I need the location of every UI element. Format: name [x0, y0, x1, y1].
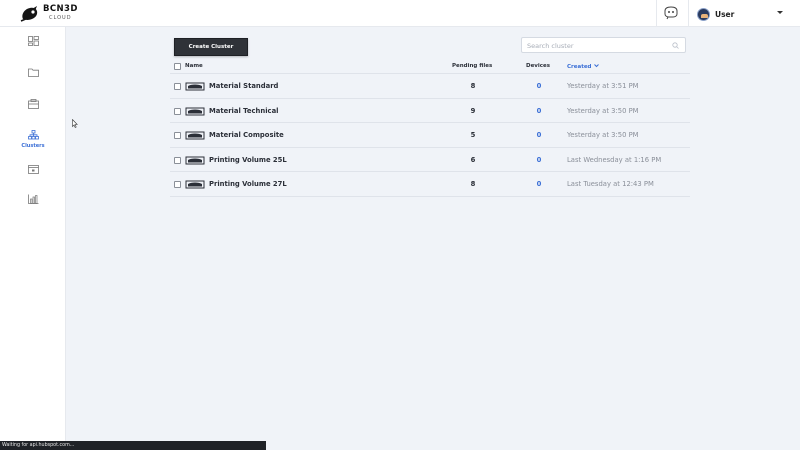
pending-files-count: 6 [470, 155, 476, 164]
header-divider [688, 0, 689, 27]
cluster-name[interactable]: Material Composite [209, 131, 284, 139]
row-checkbox[interactable] [174, 83, 181, 90]
logo-subtitle: CLOUD [49, 15, 72, 21]
row-checkbox[interactable] [174, 181, 181, 189]
pending-files-count: 5 [470, 131, 476, 140]
user-menu[interactable]: User [697, 6, 734, 22]
top-header: BCN3D CLOUD User [0, 0, 800, 27]
search-input[interactable] [527, 40, 667, 51]
chevron-down-icon[interactable] [777, 11, 783, 14]
sidebar-item-printers[interactable] [0, 99, 66, 109]
select-all-checkbox[interactable] [174, 63, 181, 70]
calendar-icon [27, 165, 39, 174]
column-header-devices[interactable]: Devices [526, 63, 550, 69]
sidebar-item-clusters[interactable]: Clusters [0, 130, 66, 149]
table-row[interactable]: Material Standard 8 0 Yesterday at 3:51 … [170, 74, 690, 99]
column-header-created[interactable]: Created [567, 63, 599, 70]
table-header: Name Pending files Devices Created [170, 60, 690, 74]
user-name: User [715, 9, 735, 19]
dashboard-icon [27, 36, 39, 46]
created-date: Last Wednesday at 1:16 PM [567, 155, 662, 164]
cluster-name[interactable]: Material Technical [209, 107, 279, 115]
devices-count[interactable]: 0 [534, 131, 544, 139]
created-date: Yesterday at 3:51 PM [567, 82, 639, 90]
table-row[interactable]: Printing Volume 25L 6 0 Last Wednesday a… [170, 148, 690, 173]
clusters-table: Name Pending files Devices Created Mater… [170, 60, 690, 197]
table-row[interactable]: Printing Volume 27L 8 0 Last Tuesday at … [170, 172, 690, 197]
browser-status-bar: Waiting for api.hubspot.com... [0, 441, 266, 450]
pending-files-count: 8 [470, 82, 476, 90]
column-header-pending-files[interactable]: Pending files [452, 63, 492, 69]
created-date: Yesterday at 3:50 PM [567, 131, 639, 140]
cluster-icon [185, 107, 205, 116]
pending-files-count: 9 [470, 106, 476, 115]
printer-icon [27, 99, 39, 109]
create-cluster-button[interactable]: Create Cluster [174, 38, 248, 56]
row-checkbox[interactable] [174, 107, 181, 115]
sidebar-item-calendar[interactable] [0, 164, 66, 174]
row-checkbox[interactable] [174, 132, 181, 140]
avatar [697, 7, 710, 21]
sidebar: Clusters [0, 27, 66, 450]
sidebar-item-label: Clusters [21, 143, 45, 149]
sidebar-item-statistics[interactable] [0, 194, 66, 204]
stats-icon [27, 194, 38, 204]
cluster-icon [185, 82, 205, 91]
devices-count[interactable]: 0 [534, 107, 544, 115]
cluster-icon [185, 131, 205, 140]
cluster-icon [185, 156, 205, 165]
table-row[interactable]: Material Technical 9 0 Yesterday at 3:50… [170, 99, 690, 124]
mouse-cursor-icon [72, 119, 78, 128]
support-icon[interactable] [663, 6, 679, 20]
clusters-icon [27, 130, 39, 140]
search-box[interactable] [521, 37, 686, 53]
sort-chevron-down-icon [593, 64, 599, 68]
table-row[interactable]: Material Composite 5 0 Yesterday at 3:50… [170, 123, 690, 148]
folder-icon [27, 68, 39, 77]
sidebar-item-dashboard[interactable] [0, 36, 66, 46]
column-header-created-label: Created [567, 64, 592, 70]
logo-mark-icon [20, 6, 38, 22]
cluster-icon [185, 180, 205, 189]
devices-count[interactable]: 0 [534, 156, 544, 164]
bcn3d-logo[interactable]: BCN3D CLOUD [20, 5, 78, 23]
created-date: Yesterday at 3:50 PM [567, 106, 639, 115]
cluster-name[interactable]: Material Standard [209, 82, 278, 90]
devices-count[interactable]: 0 [534, 82, 544, 90]
column-header-name[interactable]: Name [185, 63, 203, 69]
devices-count[interactable]: 0 [534, 180, 544, 188]
pending-files-count: 8 [470, 180, 476, 189]
header-divider [656, 0, 657, 27]
cluster-name[interactable]: Printing Volume 25L [209, 156, 287, 164]
logo-title: BCN3D [43, 4, 78, 14]
created-date: Last Tuesday at 12:43 PM [567, 180, 654, 189]
search-icon[interactable] [672, 42, 679, 49]
row-checkbox[interactable] [174, 156, 181, 164]
cluster-name[interactable]: Printing Volume 27L [209, 180, 287, 188]
sidebar-item-files[interactable] [0, 68, 66, 77]
